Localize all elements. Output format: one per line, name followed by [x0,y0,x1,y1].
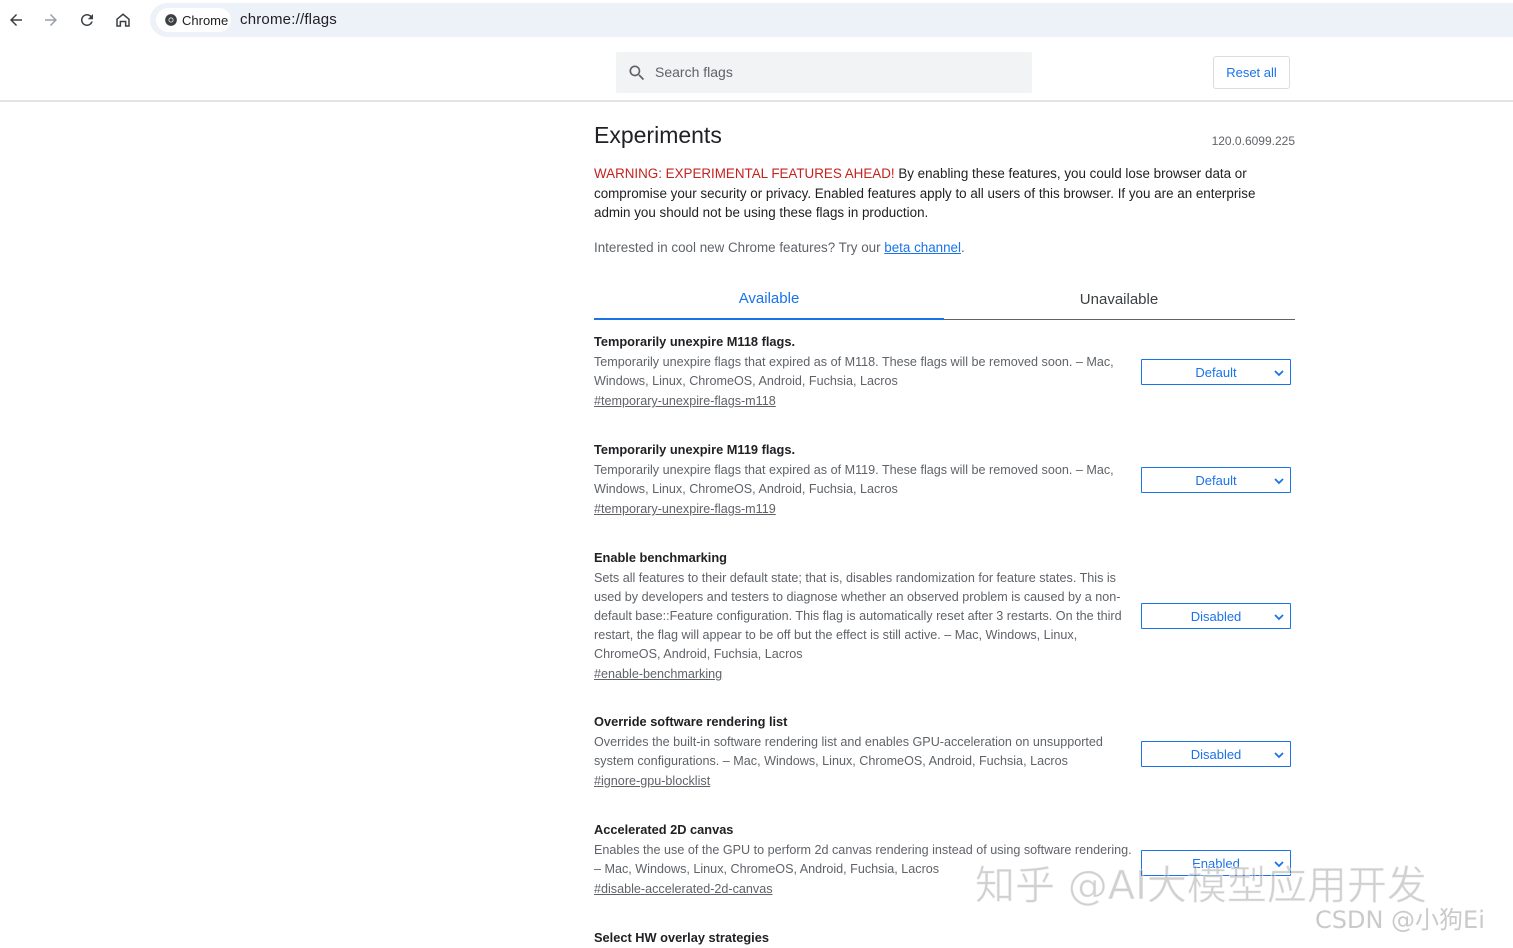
url-text[interactable]: chrome://flags [240,11,337,28]
chevron-down-icon [1274,614,1284,621]
chevron-down-icon [1274,478,1284,485]
reload-button[interactable] [73,6,101,34]
search-box[interactable] [616,52,1032,93]
flag-permalink[interactable]: #temporary-unexpire-flags-m118 [594,394,776,408]
search-icon [629,65,645,81]
flag-title: Override software rendering list [594,714,788,729]
flag-state-select[interactable]: Default [1141,359,1291,385]
browser-toolbar: Chrome chrome://flags [0,0,1513,40]
chevron-down-icon [1274,370,1284,377]
flag-state-value: Disabled [1190,608,1242,624]
flags-header: Reset all [0,43,1513,102]
flag-item: Enable benchmarking Sets all features to… [594,548,1295,683]
flag-item: Select HW overlay strategies [594,928,1295,948]
flag-permalink[interactable]: #disable-accelerated-2d-canvas [594,882,773,896]
warning-label: WARNING: EXPERIMENTAL FEATURES AHEAD! [594,166,895,181]
forward-button[interactable] [37,6,65,34]
site-chip-label: Chrome [182,12,229,28]
version-label: 120.0.6099.225 [1211,134,1295,148]
flag-title: Temporarily unexpire M118 flags. [594,334,796,349]
arrow-right-icon [45,14,57,26]
flag-item: Override software rendering list Overrid… [594,712,1295,790]
reload-icon [80,13,93,26]
flag-title: Temporarily unexpire M119 flags. [594,442,796,457]
promo-end: . [960,240,965,255]
tab-strip: Available Unavailable [594,278,1295,320]
promo-message: Interested in cool new Chrome features? … [594,240,965,255]
address-bar[interactable]: Chrome chrome://flags [150,3,1513,37]
home-icon [116,13,130,27]
flag-description: Overrides the built-in software renderin… [594,735,1103,768]
warning-message: WARNING: EXPERIMENTAL FEATURES AHEAD! By… [594,164,1295,223]
flag-permalink[interactable]: #ignore-gpu-blocklist [594,774,710,788]
chevron-down-icon [1274,752,1284,759]
flag-permalink[interactable]: #temporary-unexpire-flags-m119 [594,502,776,516]
page-title: Experiments [594,122,722,148]
back-button[interactable] [2,6,30,34]
flag-title: Accelerated 2D canvas [594,822,734,837]
flag-title: Enable benchmarking [594,550,727,565]
site-info-chip[interactable]: Chrome [156,8,231,32]
flag-permalink[interactable]: #enable-benchmarking [594,667,722,681]
promo-text: Interested in cool new Chrome features? … [594,240,885,255]
beta-channel-link[interactable]: beta channel [884,240,961,255]
flag-item: Temporarily unexpire M118 flags. Tempora… [594,332,1295,410]
flag-state-select[interactable]: Disabled [1141,741,1291,767]
tab-unavailable[interactable]: Unavailable [944,278,1294,320]
tab-available[interactable]: Available [594,278,944,320]
home-button[interactable] [109,6,137,34]
arrow-left-icon [10,14,22,26]
flag-state-value: Disabled [1190,746,1242,762]
flag-state-value: Default [1195,364,1237,380]
flag-description: Sets all features to their default state… [594,571,1122,661]
flag-description: Temporarily unexpire flags that expired … [594,463,1114,496]
search-input[interactable] [653,60,1013,84]
flag-state-select[interactable]: Default [1141,467,1291,493]
watermark-csdn: CSDN @小狗Ei [1315,906,1485,934]
flag-state-value: Default [1195,472,1237,488]
flag-description: Temporarily unexpire flags that expired … [594,355,1114,388]
flag-item: Temporarily unexpire M119 flags. Tempora… [594,440,1295,518]
reset-all-button[interactable]: Reset all [1213,56,1290,89]
chrome-logo-icon [165,14,177,26]
flag-title: Select HW overlay strategies [594,930,769,945]
flag-state-select[interactable]: Disabled [1141,603,1291,629]
